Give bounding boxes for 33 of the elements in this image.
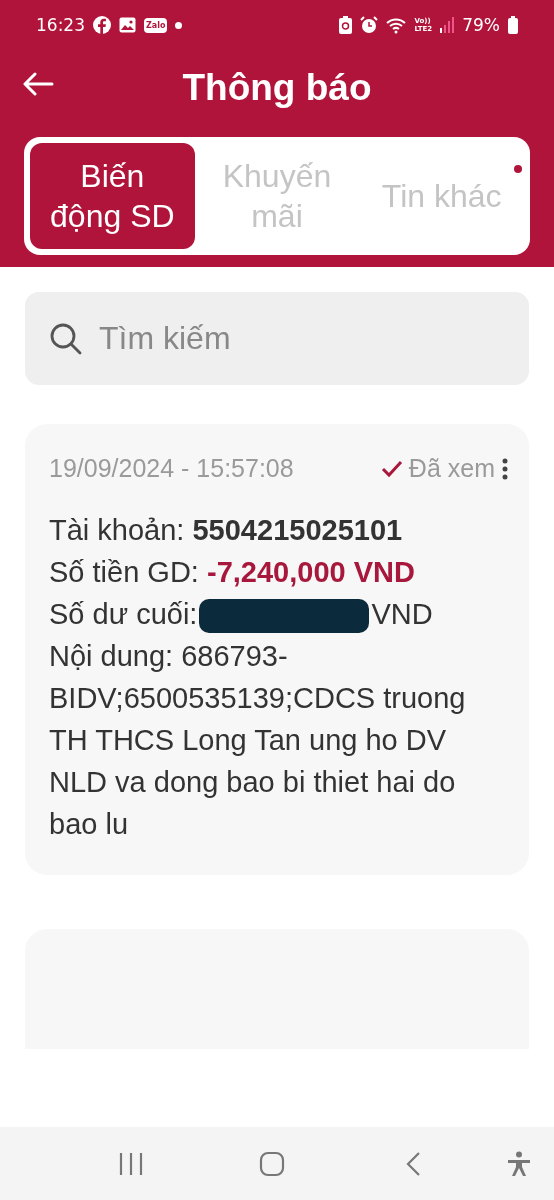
balance-currency: VND xyxy=(371,598,433,630)
screen-title: Thông báo xyxy=(182,66,372,109)
search-field[interactable]: Tìm kiếm xyxy=(25,292,529,385)
image-icon xyxy=(119,17,136,33)
transaction-amount: -7,240,000 VND xyxy=(206,556,415,588)
tab[interactable]: Biến động SD xyxy=(30,143,195,249)
search-input[interactable]: Tìm kiếm xyxy=(97,319,505,358)
dot-icon xyxy=(175,21,183,29)
accessibility-icon[interactable] xyxy=(507,1150,531,1177)
tab[interactable]: Khuyến mãi xyxy=(194,143,360,249)
amount-label: Số tiền GD: xyxy=(49,556,200,588)
home-icon[interactable] xyxy=(259,1150,285,1177)
search-icon xyxy=(49,321,83,356)
facebook-icon xyxy=(93,16,111,34)
more-options-icon[interactable] xyxy=(501,456,509,481)
account-label: Tài khoản: xyxy=(49,514,186,546)
alarm-icon xyxy=(360,16,379,34)
balance-label: Số dư cuối: xyxy=(49,598,198,630)
notification-timestamp: 19/09/2024 - 15:57:08 xyxy=(49,454,294,483)
back-arrow-icon[interactable] xyxy=(22,72,54,96)
account-number: 5504215025101 xyxy=(192,514,403,546)
transaction-content: Nội dung: 686793-BIDV;6500535139;CDCS truong TH THCS Long Tan ung ho DV NLD va dong bao bi thiet hai do bao lu xyxy=(49,639,467,842)
wifi-icon xyxy=(386,16,407,34)
battery-saver-icon xyxy=(339,16,353,34)
battery-icon xyxy=(508,16,518,34)
battery-percent: 79% xyxy=(462,15,500,35)
clock-time: 16:23 xyxy=(36,15,85,35)
recent-apps-icon[interactable] xyxy=(118,1151,143,1176)
chat-app-icon: Zalo xyxy=(144,17,168,33)
back-icon[interactable] xyxy=(405,1150,422,1177)
tab[interactable]: Tin khác xyxy=(359,143,524,249)
signal-icon xyxy=(440,17,455,33)
read-status: Đã xem xyxy=(408,454,495,483)
